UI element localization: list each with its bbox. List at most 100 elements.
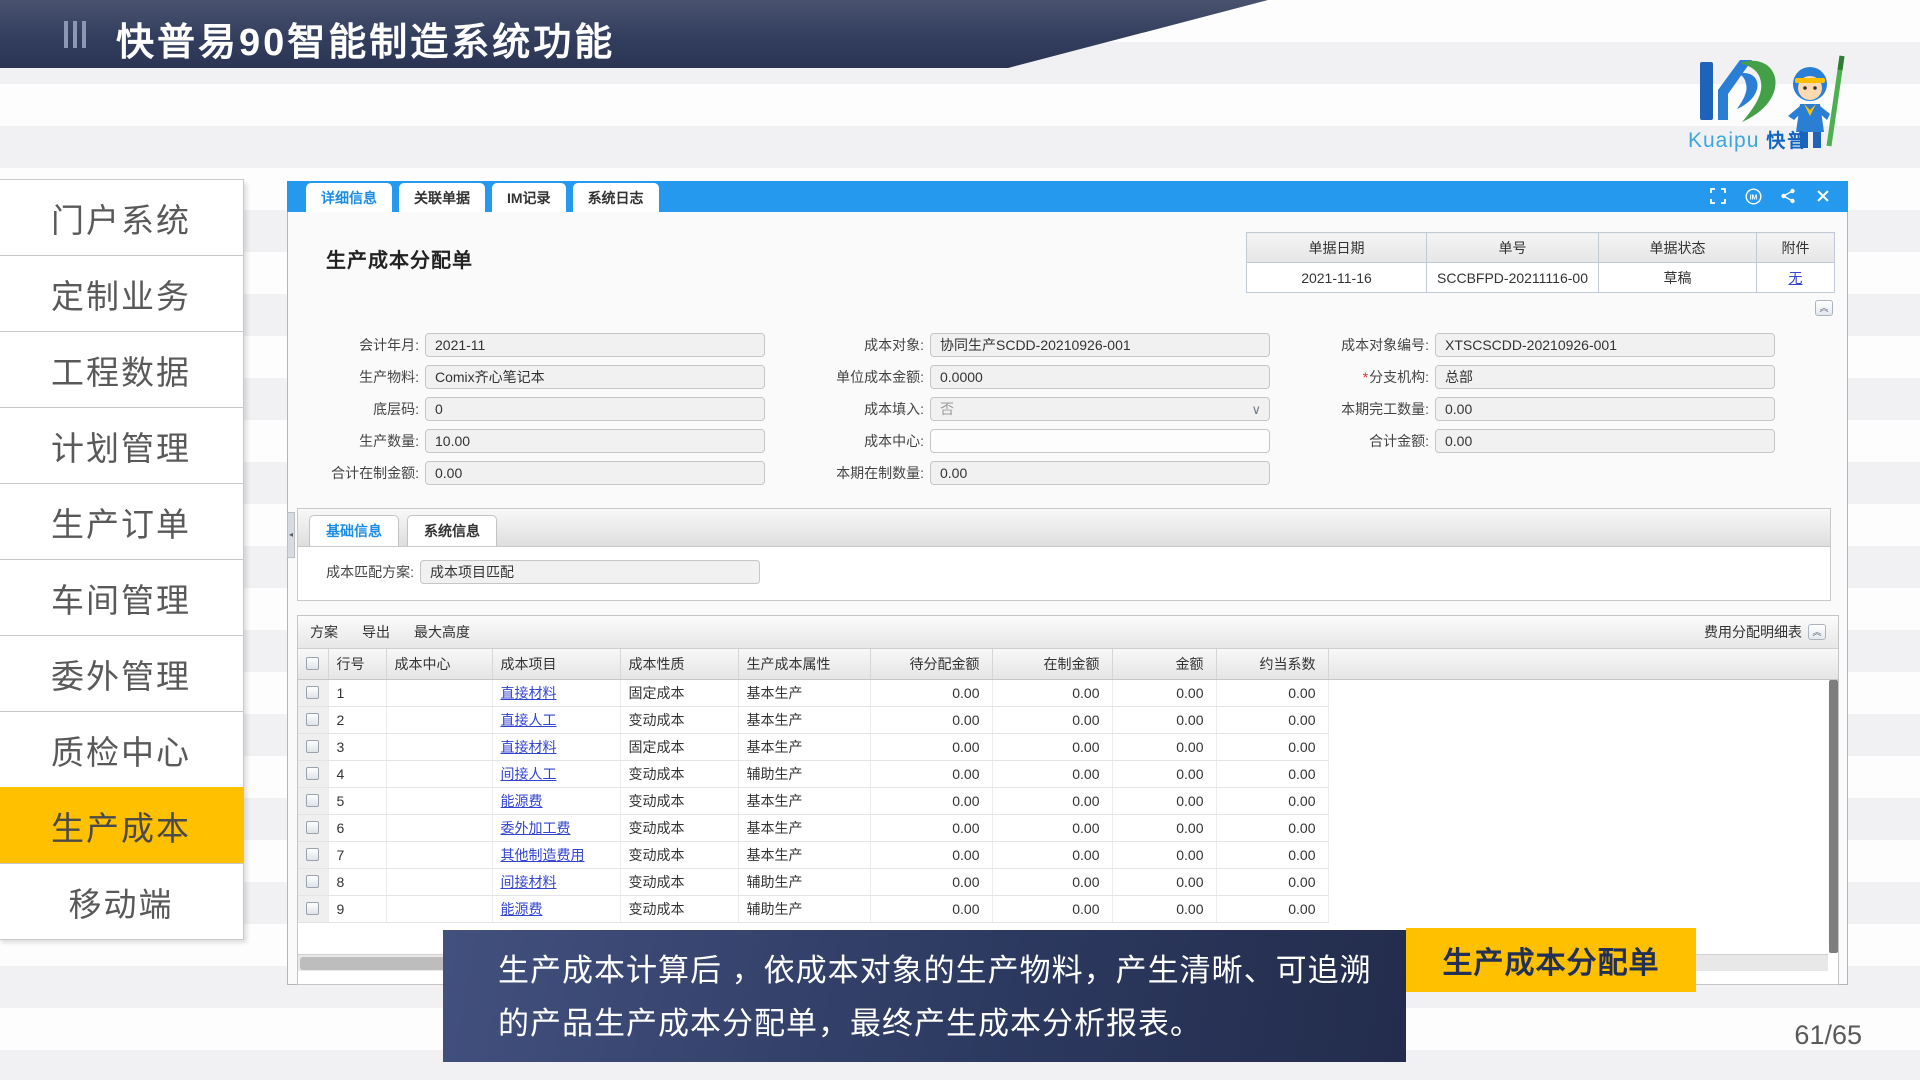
app-window: 详细信息关联单据IM记录系统日志 IM 生产成本分配单 单据日期单号单据状态附件…: [287, 181, 1848, 985]
row-checkbox[interactable]: [306, 902, 319, 915]
grid-column-header-8[interactable]: 金额: [1112, 649, 1216, 679]
allocation-table: 行号成本中心成本项目成本性质生产成本属性待分配金额在制金额金额约当系数 1直接材…: [298, 649, 1838, 923]
row-checkbox[interactable]: [306, 821, 319, 834]
grid-toolbar-button-1[interactable]: 方案: [310, 624, 338, 640]
vertical-scrollbar[interactable]: [1829, 680, 1838, 953]
field-input[interactable]: 总部: [1435, 365, 1775, 389]
form-row: 本期完工数量:0.00: [1307, 393, 1781, 425]
row-checkbox[interactable]: [306, 875, 319, 888]
field-input[interactable]: 协同生产SCDD-20210926-001: [930, 333, 1270, 357]
grid-column-header-9[interactable]: 约当系数: [1216, 649, 1328, 679]
sidebar-item-6[interactable]: 车间管理: [0, 559, 244, 636]
grid-column-header-5[interactable]: 生产成本属性: [738, 649, 870, 679]
grid-column-header-3[interactable]: 成本项目: [492, 649, 620, 679]
window-tab-1[interactable]: 详细信息: [306, 183, 392, 212]
attachment-link[interactable]: 无: [1789, 270, 1803, 286]
share-icon[interactable]: [1779, 187, 1797, 205]
select-all-checkbox[interactable]: [306, 657, 319, 670]
cost-item-link[interactable]: 委外加工费: [501, 820, 571, 836]
cost-item-link[interactable]: 其他制造费用: [501, 847, 585, 863]
row-checkbox[interactable]: [306, 767, 319, 780]
row-checkbox[interactable]: [306, 713, 319, 726]
grid-cell: 变动成本: [620, 841, 738, 868]
cost-item-link[interactable]: 间接人工: [501, 766, 557, 782]
field-input[interactable]: 0.00: [1435, 397, 1775, 421]
grid-column-header-2[interactable]: 成本中心: [386, 649, 492, 679]
cost-item-link[interactable]: 直接材料: [501, 685, 557, 701]
subtab-1[interactable]: 基础信息: [309, 515, 399, 546]
field-input[interactable]: XTSCSCDD-20210926-001: [1435, 333, 1775, 357]
field-label: 底层码:: [297, 399, 425, 419]
cost-item-link[interactable]: 直接人工: [501, 712, 557, 728]
sidebar-item-5[interactable]: 生产订单: [0, 483, 244, 560]
subtab-2[interactable]: 系统信息: [407, 515, 497, 546]
sidebar-item-4[interactable]: 计划管理: [0, 407, 244, 484]
grid-column-header-1[interactable]: 行号: [328, 649, 386, 679]
field-input[interactable]: [930, 429, 1270, 453]
grid-cell: 委外加工费: [492, 814, 620, 841]
cost-item-link[interactable]: 能源费: [501, 901, 543, 917]
field-input[interactable]: 0: [425, 397, 765, 421]
grid-cell: [386, 895, 492, 922]
window-tab-2[interactable]: 关联单据: [399, 183, 485, 212]
grid-cell: 0.00: [992, 868, 1112, 895]
grid-cell: 6: [328, 814, 386, 841]
field-label: 生产数量:: [297, 431, 425, 451]
field-input[interactable]: 否∨: [930, 397, 1270, 421]
doc-header-col-1: 单据日期: [1247, 233, 1427, 263]
im-icon[interactable]: IM: [1744, 187, 1762, 205]
grid-cell: 5: [328, 787, 386, 814]
grid-cell: 0.00: [1216, 706, 1328, 733]
grid-toolbar-button-3[interactable]: 最大高度: [414, 624, 470, 640]
sidebar-item-2[interactable]: 定制业务: [0, 255, 244, 332]
window-tab-3[interactable]: IM记录: [492, 183, 566, 212]
row-checkbox[interactable]: [306, 848, 319, 861]
field-input[interactable]: 0.0000: [930, 365, 1270, 389]
field-input[interactable]: 2021-11: [425, 333, 765, 357]
grid-cell: [386, 841, 492, 868]
doc-header-value-4[interactable]: 无: [1757, 263, 1835, 293]
grid-column-header-7[interactable]: 在制金额: [992, 649, 1112, 679]
subtab-bar: 基础信息系统信息: [298, 509, 1830, 547]
grid-cell: 0.00: [1112, 679, 1216, 706]
grid-cell: 0.00: [1216, 841, 1328, 868]
form-row: 合计在制金额:0.00: [297, 457, 771, 489]
sidebar-item-1[interactable]: 门户系统: [0, 179, 244, 256]
field-input[interactable]: Comix齐心笔记本: [425, 365, 765, 389]
expand-icon[interactable]: [1709, 187, 1727, 205]
collapse-header-button[interactable]: ︽: [1815, 300, 1833, 316]
cost-match-input[interactable]: 成本项目匹配: [420, 560, 760, 584]
row-checkbox[interactable]: [306, 794, 319, 807]
grid-cell: 辅助生产: [738, 760, 870, 787]
sidebar-item-9[interactable]: 生产成本: [0, 787, 244, 864]
close-icon[interactable]: [1814, 187, 1832, 205]
field-input[interactable]: 10.00: [425, 429, 765, 453]
grid-toolbar-button-2[interactable]: 导出: [362, 624, 390, 640]
panel-collapse-handle[interactable]: ◂: [287, 512, 295, 558]
grid-cell: 2: [328, 706, 386, 733]
sidebar-item-3[interactable]: 工程数据: [0, 331, 244, 408]
page-number: 61/65: [1794, 1020, 1862, 1051]
cost-item-link[interactable]: 能源费: [501, 793, 543, 809]
cost-item-link[interactable]: 间接材料: [501, 874, 557, 890]
sidebar-item-8[interactable]: 质检中心: [0, 711, 244, 788]
field-input[interactable]: 0.00: [425, 461, 765, 485]
row-checkbox[interactable]: [306, 740, 319, 753]
sidebar-item-10[interactable]: 移动端: [0, 863, 244, 940]
grid-cell: 0.00: [1112, 787, 1216, 814]
grid-cell: 直接材料: [492, 733, 620, 760]
cost-item-link[interactable]: 直接材料: [501, 739, 557, 755]
field-input[interactable]: 0.00: [930, 461, 1270, 485]
grid-cell: [386, 733, 492, 760]
sidebar-item-7[interactable]: 委外管理: [0, 635, 244, 712]
form-row: 成本对象编号:XTSCSCDD-20210926-001: [1307, 329, 1781, 361]
collapse-grid-button[interactable]: ︽: [1808, 624, 1826, 640]
caption-line-1: 生产成本计算后 ，依成本对象的生产物料，产生清晰、可追溯: [498, 944, 1406, 997]
grid-cell: 3: [328, 733, 386, 760]
field-label: 本期完工数量:: [1307, 399, 1435, 419]
row-checkbox[interactable]: [306, 686, 319, 699]
grid-column-header-6[interactable]: 待分配金额: [870, 649, 992, 679]
grid-column-header-4[interactable]: 成本性质: [620, 649, 738, 679]
field-input[interactable]: 0.00: [1435, 429, 1775, 453]
window-tab-4[interactable]: 系统日志: [573, 183, 659, 212]
